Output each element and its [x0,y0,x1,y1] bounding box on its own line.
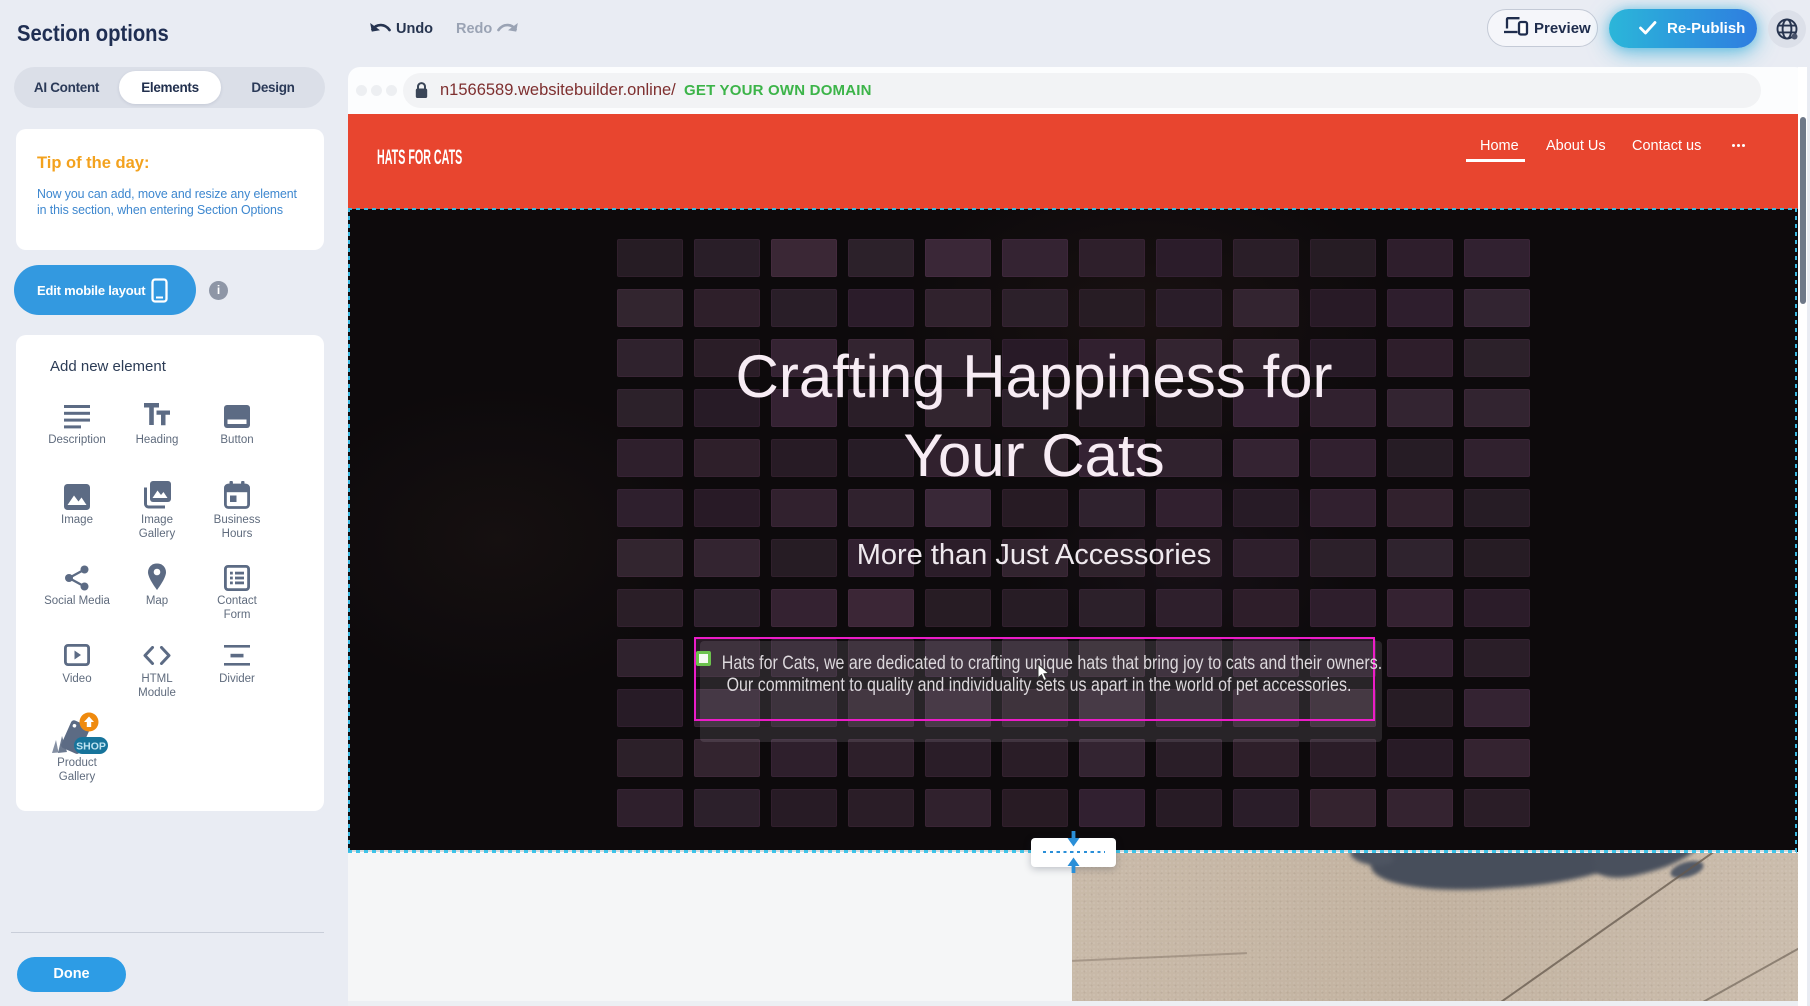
svg-text:SHOP: SHOP [76,741,106,753]
